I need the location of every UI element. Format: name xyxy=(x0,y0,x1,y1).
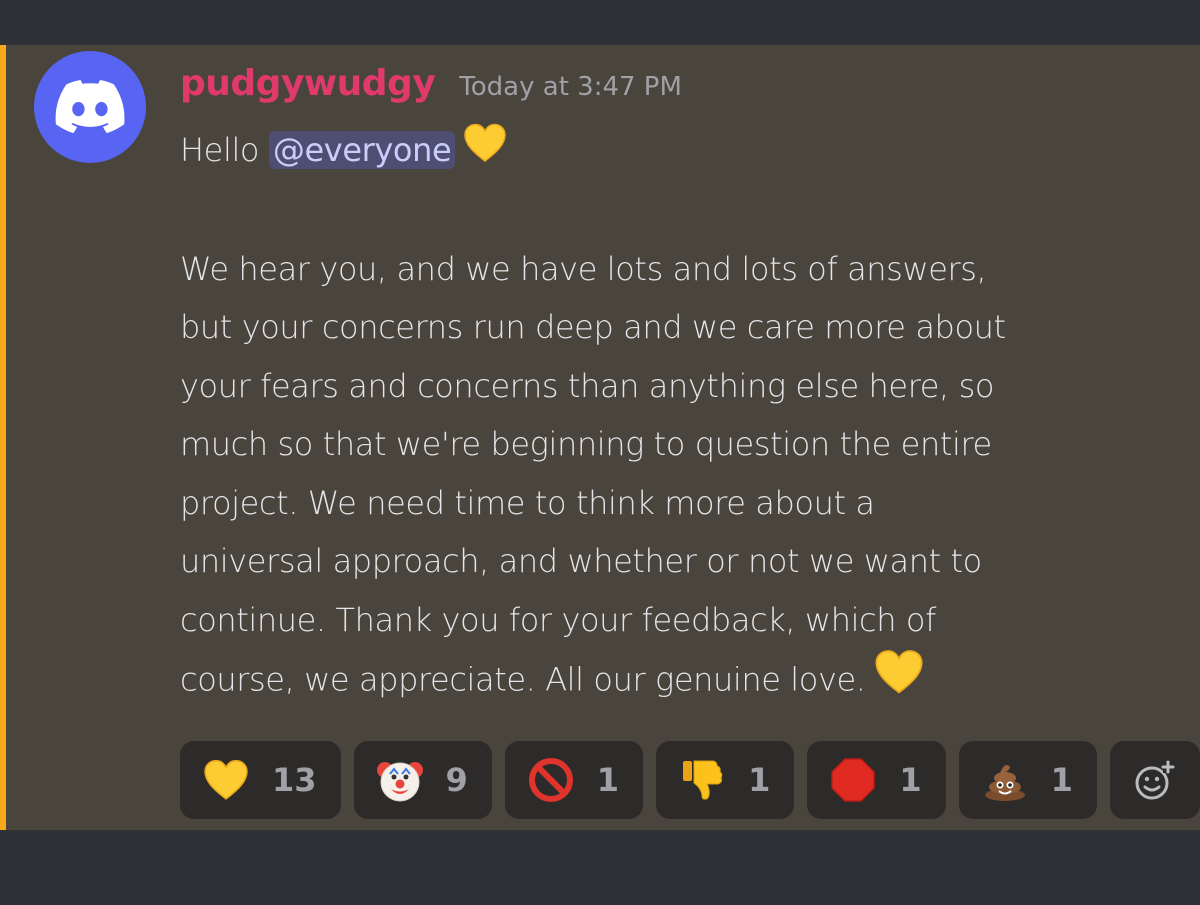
reaction-pile-of-poo[interactable]: 1 xyxy=(958,741,1097,819)
reaction-count: 1 xyxy=(748,761,771,799)
add-reaction-icon xyxy=(1135,760,1175,800)
message-line: We hear you, and we have lots and lots o… xyxy=(180,249,987,288)
stop-sign-icon xyxy=(829,756,877,804)
reaction-clown-face[interactable]: 9 xyxy=(353,741,492,819)
reactions-bar: 13 9 1 1 1 1 xyxy=(180,741,1200,819)
message-line-text: course, we appreciate. All our genuine l… xyxy=(180,660,866,699)
greeting-line: Hello @everyone xyxy=(180,121,1170,181)
greeting-text: Hello xyxy=(180,131,260,169)
clown-face-icon xyxy=(376,756,424,804)
message-content: Hello @everyone We hear you, and we have… xyxy=(180,121,1170,714)
discord-logo-icon xyxy=(55,80,125,134)
bottom-band xyxy=(0,830,1200,905)
reaction-yellow-heart[interactable]: 13 xyxy=(180,741,341,819)
reaction-stop-sign[interactable]: 1 xyxy=(807,741,946,819)
message-line: but your concerns run deep and we care m… xyxy=(180,308,1006,347)
message-line: continue. Thank you for your feedback, w… xyxy=(180,600,936,639)
message-line-last: course, we appreciate. All our genuine l… xyxy=(180,649,1170,714)
reaction-count: 9 xyxy=(445,761,468,799)
reaction-thumbs-down[interactable]: 1 xyxy=(656,741,795,819)
message-line: project. We need time to think more abou… xyxy=(180,483,875,522)
everyone-mention[interactable]: @everyone xyxy=(268,131,456,169)
message-item: pudgywudgy Today at 3:47 PM Hello @every… xyxy=(0,45,1200,830)
username[interactable]: pudgywudgy xyxy=(180,63,436,104)
thumbs-down-icon xyxy=(678,756,726,804)
reaction-prohibited[interactable]: 1 xyxy=(504,741,644,819)
top-band xyxy=(0,0,1200,45)
message-line: your fears and concerns than anything el… xyxy=(180,366,995,405)
add-reaction-button[interactable] xyxy=(1109,741,1200,819)
timestamp[interactable]: Today at 3:47 PM xyxy=(459,72,682,102)
message-line: universal approach, and whether or not w… xyxy=(180,542,982,581)
yellow-heart-icon xyxy=(463,123,507,182)
avatar[interactable] xyxy=(34,51,146,163)
pile-of-poo-icon xyxy=(981,756,1029,804)
yellow-heart-icon xyxy=(202,756,250,804)
reaction-count: 13 xyxy=(272,761,317,799)
yellow-heart-icon xyxy=(874,649,924,714)
message-header: pudgywudgy Today at 3:47 PM xyxy=(180,63,682,111)
prohibited-icon xyxy=(527,756,575,804)
reaction-count: 1 xyxy=(1050,761,1073,799)
reaction-count: 1 xyxy=(899,761,922,799)
message-line: much so that we're beginning to question… xyxy=(180,425,992,464)
reaction-count: 1 xyxy=(596,761,620,799)
mention-highlight-bar xyxy=(0,45,6,830)
